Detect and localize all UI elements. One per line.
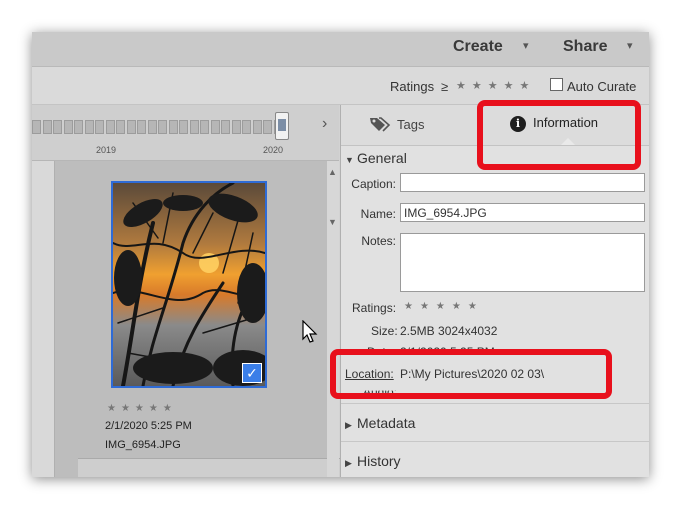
section-divider	[341, 403, 649, 404]
timeline-bar[interactable]	[53, 120, 62, 134]
information-tab-highlight	[477, 100, 641, 170]
timeline-bar[interactable]	[63, 120, 73, 134]
photo-filename: IMG_6954.JPG	[105, 439, 181, 451]
app-window: Create ▾ Share ▾ Ratings ≥ ★★★★★ Auto Cu…	[32, 32, 649, 477]
timeline-bar[interactable]	[158, 120, 167, 134]
notes-label: Notes:	[361, 234, 396, 248]
timeline-bar[interactable]	[210, 120, 220, 134]
timeline-bar[interactable]	[74, 120, 83, 134]
notes-field[interactable]	[400, 233, 645, 292]
timeline-slider-handle[interactable]	[275, 112, 289, 140]
timeline-bar[interactable]	[137, 120, 146, 134]
general-title: General	[357, 150, 407, 166]
caption-label: Caption:	[351, 177, 396, 191]
history-section-header[interactable]: ▶ History	[345, 453, 401, 469]
caption-field[interactable]	[400, 173, 645, 192]
scroll-up-icon[interactable]: ▲	[328, 167, 337, 177]
timeline-bar[interactable]	[105, 120, 115, 134]
photo-date: 2/1/2020 5:25 PM	[105, 420, 192, 432]
triangle-down-icon: ▼	[345, 155, 354, 165]
scroll-down-icon[interactable]: ▼	[328, 217, 337, 227]
tag-icon	[370, 117, 391, 132]
triangle-right-icon: ▶	[345, 458, 352, 468]
timeline-year: 2020	[263, 145, 284, 155]
timeline-year: 2019	[96, 145, 117, 155]
selected-check-icon[interactable]: ✓	[242, 363, 262, 383]
timeline-bar[interactable]	[252, 120, 262, 134]
grid-side-strip	[32, 161, 55, 477]
grid-scrollbar[interactable]: ▲ ▼	[327, 161, 339, 477]
timeline-bar[interactable]	[263, 120, 272, 134]
timeline-bar[interactable]	[84, 120, 94, 134]
ratings-filter-label: Ratings	[390, 79, 435, 94]
timeline-bar[interactable]	[242, 120, 251, 134]
general-section-header[interactable]: ▼ General	[345, 150, 407, 166]
tab-tags[interactable]: Tags	[369, 117, 424, 132]
top-bar: Create ▾ Share ▾	[32, 32, 649, 67]
ratings-filter-stars[interactable]: ★★★★★	[456, 79, 535, 92]
tab-tags-label: Tags	[397, 117, 425, 132]
metadata-title: Metadata	[357, 415, 416, 431]
photo-rating-stars[interactable]: ★★★★★	[107, 403, 177, 414]
triangle-right-icon: ▶	[345, 420, 352, 430]
timeline-bar[interactable]	[189, 120, 199, 134]
chevron-right-icon[interactable]: ›	[322, 115, 327, 133]
timeline-bar[interactable]	[116, 120, 125, 134]
timeline: 2019 2020 ›	[32, 105, 339, 161]
share-button[interactable]: Share	[563, 38, 607, 56]
timeline-bar[interactable]	[32, 120, 41, 134]
photo-image	[113, 183, 265, 386]
size-value: 2.5MB 3024x4032	[400, 324, 498, 338]
ratings-label: Ratings:	[352, 301, 397, 315]
timeline-bar[interactable]	[126, 120, 136, 134]
photo-thumbnail[interactable]: ✓	[111, 181, 267, 388]
timeline-bar[interactable]	[168, 120, 178, 134]
name-field[interactable]: IMG_6954.JPG	[400, 203, 645, 222]
name-label: Name:	[360, 207, 396, 221]
timeline-bar[interactable]	[231, 120, 241, 134]
timeline-bar[interactable]	[200, 120, 209, 134]
metadata-section-header[interactable]: ▶ Metadata	[345, 415, 415, 431]
size-label: Size:	[371, 324, 398, 338]
auto-curate-checkbox[interactable]	[550, 78, 563, 91]
timeline-bar[interactable]	[147, 120, 157, 134]
ratings-stars[interactable]: ★★★★★	[404, 301, 484, 312]
location-highlight	[330, 349, 612, 399]
section-divider	[341, 441, 649, 442]
timeline-bar[interactable]	[42, 120, 52, 134]
mouse-cursor-icon	[302, 320, 318, 343]
timeline-bar[interactable]	[95, 120, 104, 134]
auto-curate-label[interactable]: Auto Curate	[567, 79, 636, 94]
chevron-down-icon[interactable]: ▾	[627, 39, 633, 52]
media-browser: 2019 2020 › ✓ ★★★★★ 2/1/2020 5:25 PM IMG…	[32, 105, 350, 477]
media-grid: ✓ ★★★★★ 2/1/2020 5:25 PM IMG_6954.JPG	[55, 161, 350, 477]
next-photo-row	[78, 458, 350, 477]
timeline-bar[interactable]	[221, 120, 230, 134]
create-button[interactable]: Create	[453, 38, 503, 56]
ratings-operator: ≥	[441, 79, 449, 94]
timeline-bars[interactable]	[32, 120, 312, 134]
history-title: History	[357, 453, 401, 469]
chevron-down-icon[interactable]: ▾	[523, 39, 529, 52]
timeline-bar[interactable]	[179, 120, 188, 134]
